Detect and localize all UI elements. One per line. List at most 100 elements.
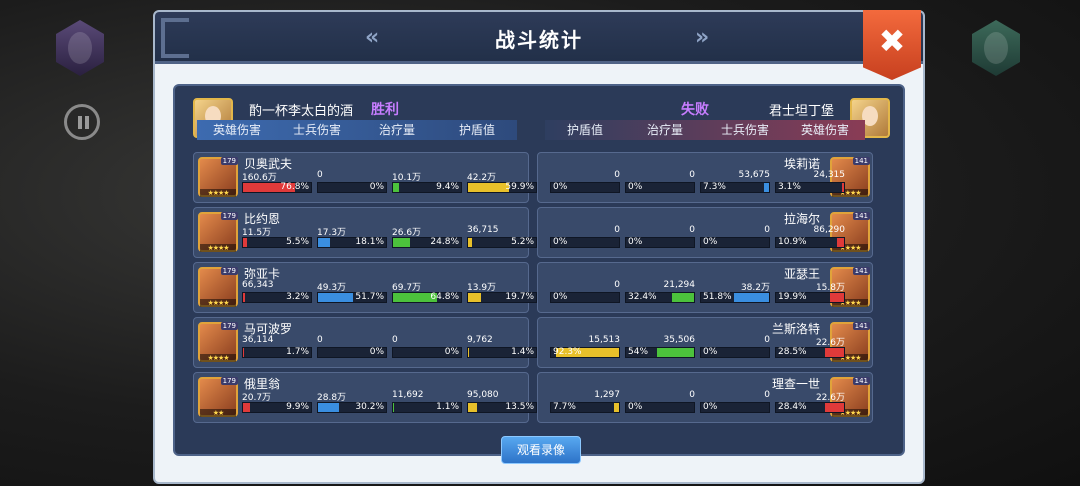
stat-soldier: 49.3万 51.7% xyxy=(317,280,387,310)
hero-avatar[interactable]: 179 ★★★★ xyxy=(198,157,238,197)
stat-percent: 18.1% xyxy=(355,237,384,247)
stat-bar-fill xyxy=(318,403,339,412)
stat-soldier: 38.2万 51.8% xyxy=(700,280,770,310)
stat-bar: 0% xyxy=(550,237,620,248)
stat-hero: 11.5万 5.5% xyxy=(242,225,312,255)
right-player-header: 失败 君士坦丁堡 护盾值 治疗量 士兵伤害 英雄伤害 xyxy=(545,96,890,140)
hero-level: 179 xyxy=(220,267,238,275)
stat-bar: 0% xyxy=(317,347,387,358)
hero-level: 141 xyxy=(852,157,870,165)
stat-value: 0 xyxy=(614,280,620,290)
stat-bar: 9.4% xyxy=(392,182,462,193)
stat-bar-fill xyxy=(468,403,478,412)
stat-value: 0 xyxy=(689,390,695,400)
hero-level: 179 xyxy=(220,157,238,165)
stat-value: 66,343 xyxy=(242,280,274,290)
hero-row: 179 ★★★★ 弥亚卡 66,343 3.2% 49.3万 51.7% 69.7万 64.8%… xyxy=(193,262,537,313)
stat-percent: 32.4% xyxy=(628,292,657,302)
stat-percent: 51.8% xyxy=(703,292,732,302)
stat-bar: 3.2% xyxy=(242,292,312,303)
stat-value: 53,675 xyxy=(738,170,771,180)
stat-bar: 0% xyxy=(625,402,695,413)
stat-bar-fill xyxy=(468,293,482,302)
stat-percent: 0% xyxy=(628,182,643,192)
stat-bar: 19.7% xyxy=(467,292,537,303)
hero-stars-icon: ★★★★ xyxy=(200,299,236,307)
stat-value: 11,692 xyxy=(392,390,424,400)
left-player-name: 酌一杯李太白的酒 xyxy=(249,104,354,119)
stat-soldier: 17.3万 18.1% xyxy=(317,225,387,255)
stat-percent: 5.5% xyxy=(286,237,309,247)
stat-heal: 21,294 32.4% xyxy=(625,280,695,310)
stat-value: 0 xyxy=(614,225,620,235)
next-arrow-button[interactable]: » xyxy=(695,25,709,50)
stat-percent: 0% xyxy=(703,347,718,357)
col-soldier-damage: 士兵伤害 xyxy=(720,123,769,137)
stat-percent: 10.9% xyxy=(778,237,807,247)
stat-percent: 24.8% xyxy=(430,237,459,247)
stat-bar: 7.3% xyxy=(700,182,770,193)
stat-percent: 0% xyxy=(703,402,718,412)
stat-bar: 0% xyxy=(317,182,387,193)
stat-percent: 59.9% xyxy=(505,182,534,192)
right-hero-list: 141 ★★★★ 埃莉诺 0 0% 0 0% 53,675 7.3% 24,315 3.1% 141 ★… xyxy=(537,152,873,427)
stat-percent: 0% xyxy=(553,237,568,247)
stat-shield: 95,080 13.5% xyxy=(467,390,537,420)
close-icon: ✖ xyxy=(878,22,906,60)
stat-percent: 0% xyxy=(369,182,384,192)
stat-value: 0 xyxy=(317,170,323,180)
stat-percent: 5.2% xyxy=(511,237,534,247)
right-player-result: 失败 xyxy=(681,102,709,118)
view-replay-button[interactable]: 观看录像 xyxy=(501,436,581,464)
hero-row: 179 ★★★★ 比约恩 11.5万 5.5% 17.3万 18.1% 26.6万 24.8% 3… xyxy=(193,207,537,258)
stat-value: 24,315 xyxy=(813,170,846,180)
stat-bar-fill xyxy=(468,183,509,192)
stat-percent: 30.2% xyxy=(355,402,384,412)
hero-stars-icon: ★★★★ xyxy=(200,244,236,252)
stat-percent: 13.5% xyxy=(505,402,534,412)
stat-percent: 28.5% xyxy=(778,347,807,357)
hero-level: 141 xyxy=(852,267,870,275)
stat-value: 0 xyxy=(317,335,323,345)
stat-value: 36,715 xyxy=(467,225,499,235)
col-soldier-damage: 士兵伤害 xyxy=(292,123,341,137)
stat-bar: 1.7% xyxy=(242,347,312,358)
col-healing: 治疗量 xyxy=(378,123,415,137)
right-column-headers: 护盾值 治疗量 士兵伤害 英雄伤害 xyxy=(545,120,865,140)
battle-stats-dialog: « 战斗统计 » ✖ 酌一杯李太白的酒 胜利 英雄伤害 士兵伤害 治疗量 护盾值… xyxy=(153,10,925,484)
stat-bar: 24.8% xyxy=(392,237,462,248)
stat-hero: 86,290 10.9% xyxy=(775,225,845,255)
stat-bar: 7.7% xyxy=(550,402,620,413)
stat-bar: 18.1% xyxy=(317,237,387,248)
stat-percent: 7.7% xyxy=(553,402,576,412)
stat-percent: 3.2% xyxy=(286,292,309,302)
close-button[interactable]: ✖ xyxy=(863,10,921,80)
stat-value: 95,080 xyxy=(467,390,499,400)
stat-heal: 0 0% xyxy=(625,225,695,255)
stat-heal: 11,692 1.1% xyxy=(392,390,462,420)
left-player-result: 胜利 xyxy=(371,102,399,118)
left-player-header: 酌一杯李太白的酒 胜利 英雄伤害 士兵伤害 治疗量 护盾值 xyxy=(193,96,531,140)
hero-avatar[interactable]: 179 ★★★★ xyxy=(198,322,238,362)
stat-value: 36,114 xyxy=(242,335,274,345)
stat-bar-fill xyxy=(243,348,245,357)
hero-avatar[interactable]: 179 ★★ xyxy=(198,377,238,417)
hero-avatar[interactable]: 179 ★★★★ xyxy=(198,212,238,252)
col-hero-damage: 英雄伤害 xyxy=(800,123,849,137)
stat-shield: 1,297 7.7% xyxy=(550,390,620,420)
stat-value: 0 xyxy=(614,170,620,180)
dialog-title: 战斗统计 xyxy=(495,28,583,52)
stat-hero: 24,315 3.1% xyxy=(775,170,845,200)
stat-percent: 3.1% xyxy=(778,182,801,192)
pause-button[interactable] xyxy=(64,104,100,140)
stat-soldier: 0 0% xyxy=(317,170,387,200)
stat-value: 0 xyxy=(764,225,770,235)
hero-row: 179 ★★ 俄里翁 20.7万 9.9% 28.8万 30.2% 11,692 1.1% 95,… xyxy=(193,372,537,423)
stat-bar-fill xyxy=(393,238,410,247)
hero-level: 141 xyxy=(852,377,870,385)
stat-value: 86,290 xyxy=(813,225,846,235)
stat-shield: 0 0% xyxy=(550,170,620,200)
stat-bar: 5.5% xyxy=(242,237,312,248)
hero-avatar[interactable]: 179 ★★★★ xyxy=(198,267,238,307)
stat-value: 0 xyxy=(764,335,770,345)
